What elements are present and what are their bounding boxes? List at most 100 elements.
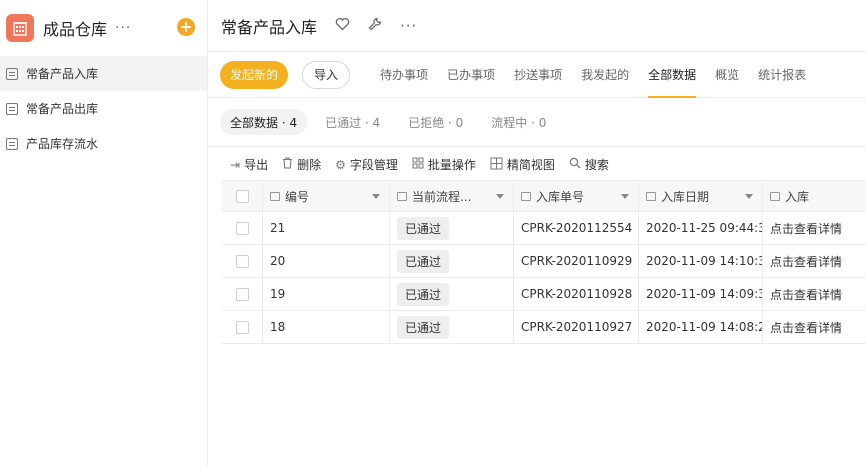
view-details-link[interactable]: 点击查看详情 xyxy=(763,212,866,244)
cell-id: 18 xyxy=(263,311,390,343)
column-header-order[interactable]: 入库单号 xyxy=(514,181,639,211)
tab-cc[interactable]: 抄送事项 xyxy=(514,52,562,98)
search-label: 搜索 xyxy=(584,158,609,172)
sidebar-item-label: 常备产品入库 xyxy=(26,67,99,81)
cell-id: 21 xyxy=(263,212,390,244)
chevron-down-icon[interactable] xyxy=(621,193,629,199)
action-bar: 发起新的 导入 待办事项 已办事项 抄送事项 我发起的 全部数据 概览 统计报表 xyxy=(208,52,866,98)
gear-icon: ⚙ xyxy=(335,157,346,172)
page-title: 常备产品入库 xyxy=(221,17,318,37)
row-select-cell xyxy=(222,212,263,244)
cell-date: 2020-11-09 14:09:37 xyxy=(639,278,763,310)
sidebar-item-stock-in[interactable]: 常备产品入库 xyxy=(0,56,207,91)
tab-overview[interactable]: 概览 xyxy=(715,52,739,98)
batch-operation-label: 批量操作 xyxy=(427,158,476,172)
search-button[interactable]: 搜索 xyxy=(569,156,609,173)
column-label: 入库单号 xyxy=(536,189,585,204)
heart-icon[interactable] xyxy=(335,17,350,35)
app-title: 成品仓库 xyxy=(43,20,108,39)
tab-initiated[interactable]: 我发起的 xyxy=(581,52,629,98)
export-label: 导出 xyxy=(244,158,269,172)
chevron-down-icon[interactable] xyxy=(496,193,504,199)
view-details-link[interactable]: 点击查看详情 xyxy=(763,278,866,310)
select-all-cell xyxy=(222,181,263,211)
cell-date: 2020-11-09 14:10:30 xyxy=(639,245,763,277)
column-header-id[interactable]: 编号 xyxy=(263,181,390,211)
data-table: 编号 当前流程... 入库单号 入库日期 入库 21 已通过 CPRK-2020… xyxy=(222,180,866,344)
sidebar-item-label: 产品库存流水 xyxy=(26,137,99,151)
export-icon: ⇥ xyxy=(230,157,241,172)
filter-in-progress[interactable]: 流程中 · 0 xyxy=(481,109,556,135)
sidebar: 成品仓库 ··· + 常备产品入库 常备产品出库 产品库存流水 xyxy=(0,0,208,466)
create-new-button[interactable]: 发起新的 xyxy=(220,60,289,89)
wrench-icon[interactable] xyxy=(368,17,382,35)
cell-status: 已通过 xyxy=(390,245,514,277)
number-field-icon xyxy=(270,191,280,201)
column-label: 入库日期 xyxy=(661,189,710,204)
table-row[interactable]: 18 已通过 CPRK-2020110927 2020-11-09 14:08:… xyxy=(222,311,866,344)
warehouse-logo-icon xyxy=(6,14,34,42)
sidebar-item-stock-out[interactable]: 常备产品出库 xyxy=(0,91,207,126)
more-options-icon[interactable]: ··· xyxy=(115,20,131,36)
search-icon xyxy=(569,157,581,172)
view-details-link[interactable]: 点击查看详情 xyxy=(763,245,866,277)
row-checkbox[interactable] xyxy=(235,320,249,334)
table-header-row: 编号 当前流程... 入库单号 入库日期 入库 xyxy=(222,180,866,212)
tab-all-data[interactable]: 全部数据 xyxy=(648,52,697,98)
page-header: 常备产品入库 ··· xyxy=(208,0,866,52)
row-select-cell xyxy=(222,311,263,343)
cell-order: CPRK-2020112554 xyxy=(514,212,639,244)
more-icon[interactable]: ··· xyxy=(400,17,417,35)
field-management-label: 字段管理 xyxy=(349,158,398,172)
status-badge: 已通过 xyxy=(397,315,450,339)
cell-date: 2020-11-25 09:44:36 xyxy=(639,212,763,244)
table-row[interactable]: 19 已通过 CPRK-2020110928 2020-11-09 14:09:… xyxy=(222,278,866,311)
tab-done[interactable]: 已办事项 xyxy=(447,52,495,98)
row-checkbox[interactable] xyxy=(235,254,249,268)
cell-status: 已通过 xyxy=(390,278,514,310)
column-label: 当前流程... xyxy=(412,189,472,204)
form-icon xyxy=(6,137,18,150)
compact-view-button[interactable]: 精简视图 xyxy=(490,156,555,173)
chevron-down-icon[interactable] xyxy=(745,193,753,199)
flow-field-icon xyxy=(397,191,407,201)
export-button[interactable]: ⇥ 导出 xyxy=(230,156,268,173)
view-details-link[interactable]: 点击查看详情 xyxy=(763,311,866,343)
layout-icon xyxy=(490,157,503,173)
row-checkbox[interactable] xyxy=(235,287,249,301)
sidebar-item-inventory-flow[interactable]: 产品库存流水 xyxy=(0,126,207,161)
status-filter-bar: 全部数据 · 4 已通过 · 4 已拒绝 · 0 流程中 · 0 xyxy=(208,98,866,146)
table-field-icon xyxy=(770,191,780,201)
text-field-icon xyxy=(521,191,531,201)
chevron-down-icon[interactable] xyxy=(372,193,380,199)
select-all-checkbox[interactable] xyxy=(235,189,249,203)
table-row[interactable]: 20 已通过 CPRK-2020110929 2020-11-09 14:10:… xyxy=(222,245,866,278)
tab-bar: 待办事项 已办事项 抄送事项 我发起的 全部数据 概览 统计报表 xyxy=(380,52,825,98)
tab-todo[interactable]: 待办事项 xyxy=(380,52,428,98)
table-row[interactable]: 21 已通过 CPRK-2020112554 2020-11-25 09:44:… xyxy=(222,212,866,245)
app-header: 成品仓库 ··· + xyxy=(0,0,207,56)
add-form-button[interactable]: + xyxy=(177,18,195,36)
status-badge: 已通过 xyxy=(397,249,450,273)
cell-id: 19 xyxy=(263,278,390,310)
filter-rejected[interactable]: 已拒绝 · 0 xyxy=(398,109,473,135)
table-toolbar: ⇥ 导出 删除 ⚙ 字段管理 批量操作 精简视图 搜索 xyxy=(208,146,866,182)
batch-operation-button[interactable]: 批量操作 xyxy=(412,156,476,173)
filter-approved[interactable]: 已通过 · 4 xyxy=(315,109,390,135)
column-header-stock-in[interactable]: 入库 xyxy=(763,181,866,211)
import-button[interactable]: 导入 xyxy=(302,60,351,89)
form-icon xyxy=(6,67,18,80)
cell-status: 已通过 xyxy=(390,212,514,244)
calendar-icon xyxy=(646,191,656,201)
field-management-button[interactable]: ⚙ 字段管理 xyxy=(335,156,398,173)
column-label: 入库 xyxy=(785,189,810,204)
form-icon xyxy=(6,102,18,115)
filter-all[interactable]: 全部数据 · 4 xyxy=(220,109,308,135)
row-checkbox[interactable] xyxy=(235,221,249,235)
column-header-flow[interactable]: 当前流程... xyxy=(390,181,514,211)
tab-reports[interactable]: 统计报表 xyxy=(758,52,806,98)
column-header-date[interactable]: 入库日期 xyxy=(639,181,763,211)
delete-button[interactable]: 删除 xyxy=(282,156,321,173)
row-select-cell xyxy=(222,245,263,277)
trash-icon xyxy=(282,157,293,172)
